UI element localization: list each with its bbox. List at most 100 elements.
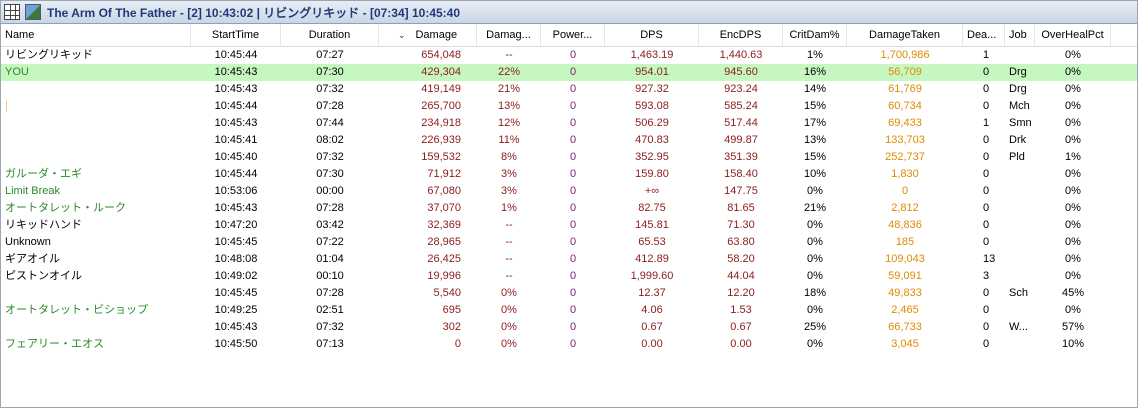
table-row[interactable]: 10:45:40 07:32 159,532 8% 0 352.95 351.39 15% 25… <box>1 149 1137 166</box>
cell-enc-dps: 923.24 <box>724 83 758 95</box>
cell-dps: 65.53 <box>638 236 666 248</box>
cell-damage: 429,304 <box>421 66 461 78</box>
table-row[interactable]: フェアリー・エオス 10:45:50 07:13 0 0% 0 0.00 0.00 0% 3,04… <box>1 336 1137 353</box>
cell-deaths: 0 <box>983 66 990 78</box>
cell-combatant-name: フェアリー・エオス <box>5 338 104 350</box>
table-row[interactable]: オートタレット・ルーク 10:45:43 07:28 37,070 1% 0 82.75 81… <box>1 200 1137 217</box>
cell-power: 0 <box>569 66 577 78</box>
cell-power: 0 <box>569 202 577 214</box>
table-row[interactable]: リビングリキッド 10:45:44 07:27 654,048 -- 0 1,463.19 1… <box>1 47 1137 64</box>
cell-crit-dam-pct: 21% <box>803 202 827 214</box>
cell-overheal-pct: 0% <box>1065 219 1081 231</box>
table-row[interactable]: Unknown 10:45:45 07:22 28,965 -- 0 65.53 63.80 0… <box>1 234 1137 251</box>
cell-enc-dps: 945.60 <box>724 66 758 78</box>
cell-crit-dam-pct: 0% <box>807 236 823 248</box>
cell-power: 0 <box>569 338 577 350</box>
table-row[interactable]: Limit Break 10:53:06 00:00 67,080 3% 0 +∞ 147.7… <box>1 183 1137 200</box>
cell-combatant-name: ギアオイル <box>5 253 60 265</box>
col-header-damage-pct[interactable]: Damag... <box>477 24 541 46</box>
cell-combatant-name <box>1 81 191 98</box>
col-header-damagetaken[interactable]: DamageTaken <box>847 24 963 46</box>
cell-overheal-pct: 57% <box>1061 321 1085 333</box>
cell-duration: 00:10 <box>316 270 344 282</box>
cell-damage: 265,700 <box>421 100 461 112</box>
table-row[interactable]: 10:45:45 07:28 5,540 0% 0 12.37 12.20 18% 49,833… <box>1 285 1137 302</box>
table-row[interactable]: 10:45:43 07:32 302 0% 0 0.67 0.67 25% 66,733 0 W..… <box>1 319 1137 336</box>
cell-damage-pct: 22% <box>497 66 521 78</box>
cell-overheal-pct: 0% <box>1065 168 1081 180</box>
cell-dps: +∞ <box>644 185 660 197</box>
cell-deaths: 0 <box>983 100 990 112</box>
cell-job <box>1005 234 1035 251</box>
table-view-icon[interactable] <box>4 4 20 20</box>
cell-overheal-pct: 1% <box>1065 151 1081 163</box>
cell-start-time: 10:49:02 <box>214 270 258 282</box>
cell-damage-taken: 69,433 <box>888 117 922 129</box>
cell-start-time: 10:53:06 <box>214 185 258 197</box>
col-header-power[interactable]: Power... <box>541 24 605 46</box>
col-header-starttime[interactable]: StartTime <box>191 24 281 46</box>
col-header-job[interactable]: Job <box>1005 24 1035 46</box>
cell-job <box>1005 302 1035 319</box>
table-row[interactable]: ガルーダ・エギ 10:45:44 07:30 71,912 3% 0 159.80 158.4… <box>1 166 1137 183</box>
cell-power: 0 <box>569 270 577 282</box>
cell-power: 0 <box>569 219 577 231</box>
cell-deaths: 0 <box>983 168 990 180</box>
table-row[interactable]: | 10:45:44 07:28 265,700 13% 0 593.08 585.24 15%… <box>1 98 1137 115</box>
cell-job: Drg <box>1009 83 1027 95</box>
cell-dps: 4.06 <box>641 304 663 316</box>
cell-damage: 654,048 <box>421 49 461 61</box>
col-header-overhealpct[interactable]: OverHealPct <box>1035 24 1111 46</box>
cell-dps: 159.80 <box>635 168 669 180</box>
cell-damage-taken: 56,709 <box>888 66 922 78</box>
col-header-critdam[interactable]: CritDam% <box>783 24 847 46</box>
cell-deaths: 0 <box>983 134 990 146</box>
table-row[interactable]: リキッドハンド 10:47:20 03:42 32,369 -- 0 145.81 71.30… <box>1 217 1137 234</box>
table-row[interactable]: 10:45:43 07:32 419,149 21% 0 927.32 923.24 14% 6… <box>1 81 1137 98</box>
cell-job <box>1005 268 1035 285</box>
cell-job: Pld <box>1009 151 1025 163</box>
cell-start-time: 10:45:40 <box>214 151 258 163</box>
col-header-duration[interactable]: Duration <box>281 24 379 46</box>
cell-duration: 01:04 <box>316 253 344 265</box>
cell-job <box>1005 251 1035 268</box>
cell-dps: 1,463.19 <box>630 49 674 61</box>
cell-power: 0 <box>569 321 577 333</box>
cell-damage-pct: 3% <box>501 168 517 180</box>
cell-enc-dps: 71.30 <box>727 219 755 231</box>
table-row[interactable]: 10:45:41 08:02 226,939 11% 0 470.83 499.87 13% 1… <box>1 132 1137 149</box>
col-header-encdps[interactable]: EncDPS <box>699 24 783 46</box>
cell-combatant-name: リビングリキッド <box>5 49 93 61</box>
col-header-dps[interactable]: DPS <box>605 24 699 46</box>
cell-damage: 71,912 <box>427 168 461 180</box>
col-header-name[interactable]: Name <box>1 24 191 46</box>
cell-enc-dps: 44.04 <box>727 270 755 282</box>
cell-damage-taken: 252,737 <box>885 151 925 163</box>
image-export-icon[interactable] <box>25 4 41 20</box>
cell-deaths: 0 <box>983 236 990 248</box>
table-row[interactable]: オートタレット・ビショップ 10:49:25 02:51 695 0% 0 4.06 1.53… <box>1 302 1137 319</box>
table-row[interactable]: ピストンオイル 10:49:02 00:10 19,996 -- 0 1,999.60 44.… <box>1 268 1137 285</box>
col-header-damage-label: Damage <box>415 29 458 41</box>
col-header-deaths[interactable]: Dea... <box>963 24 1005 46</box>
cell-damage: 226,939 <box>421 134 461 146</box>
cell-crit-dam-pct: 14% <box>803 83 827 95</box>
table-row[interactable]: 10:45:43 07:44 234,918 12% 0 506.29 517.44 17% 6… <box>1 115 1137 132</box>
cell-start-time: 10:47:20 <box>214 219 258 231</box>
table-row[interactable]: YOU 10:45:43 07:30 429,304 22% 0 954.01 945.60 1… <box>1 64 1137 81</box>
col-header-damage[interactable]: ⌄ Damage <box>379 24 477 46</box>
cell-damage-pct: 0% <box>501 287 517 299</box>
table-row[interactable]: ギアオイル 10:48:08 01:04 26,425 -- 0 412.89 58.20 0%… <box>1 251 1137 268</box>
cell-combatant-name <box>1 149 191 166</box>
cell-overheal-pct: 0% <box>1065 202 1081 214</box>
cell-overheal-pct: 0% <box>1065 66 1081 78</box>
cell-damage: 5,540 <box>433 287 461 299</box>
cell-overheal-pct: 0% <box>1065 100 1081 112</box>
cell-deaths: 0 <box>983 321 990 333</box>
cell-combatant-name <box>1 132 191 149</box>
cell-duration: 07:32 <box>316 151 344 163</box>
cell-damage-pct: -- <box>505 253 513 265</box>
cell-damage: 159,532 <box>421 151 461 163</box>
cell-dps: 954.01 <box>635 66 669 78</box>
cell-damage: 0 <box>454 338 461 350</box>
